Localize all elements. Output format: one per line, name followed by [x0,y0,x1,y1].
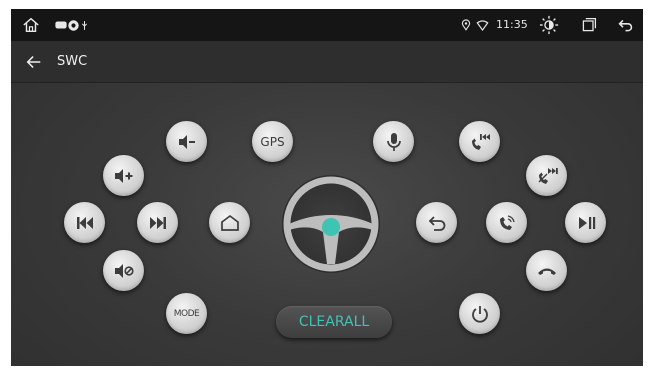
power-icon [471,305,488,323]
wifi-icon [472,15,492,35]
previous-track-button[interactable] [64,202,105,243]
hang-up-button[interactable] [526,250,567,291]
phone-next-icon [538,167,558,184]
clear-all-button[interactable]: CLEARALL [276,306,392,338]
center-indicator [322,218,340,236]
skip-previous-icon [76,216,93,229]
brightness-icon[interactable] [538,14,560,36]
next-track-button[interactable] [137,202,178,243]
arrow-left-icon[interactable] [25,53,45,73]
steering-wheel [279,172,383,276]
back-button[interactable] [416,202,457,243]
page-title: SWC [57,54,88,69]
microphone-icon [386,132,401,151]
back-icon[interactable] [615,15,635,35]
volume-up-icon [114,168,132,183]
play-pause-button[interactable] [565,202,606,243]
clock: 11:35 [496,18,528,31]
return-arrow-icon [428,215,445,231]
power-button[interactable] [459,293,500,334]
volume-up-button[interactable] [103,155,144,196]
phone-previous-icon [471,133,490,150]
app-screen: 11:35 SWC MODE GPS CLEARALL [11,9,643,366]
title-bar: SWC [11,41,643,83]
mode-button[interactable]: MODE [166,293,207,334]
mute-icon [114,263,134,278]
home-button[interactable] [209,202,250,243]
play-pause-icon [578,216,595,229]
usb-icon [74,15,94,35]
mute-button[interactable] [103,250,144,291]
status-bar: 11:35 [11,9,643,41]
call-next-button[interactable] [526,155,567,196]
gps-label: GPS [260,134,285,149]
call-previous-button[interactable] [459,121,500,162]
recent-apps-icon[interactable] [579,15,599,35]
volume-down-icon [178,134,195,149]
phone-answer-icon [499,214,515,230]
voice-button[interactable] [373,121,414,162]
skip-next-icon [149,216,166,229]
answer-call-button[interactable] [486,202,527,243]
gps-button[interactable]: GPS [252,121,293,162]
mode-label: MODE [173,308,200,319]
home-outline-icon [220,214,239,231]
hang-up-icon [537,268,556,275]
home-icon[interactable] [21,15,41,35]
volume-down-button[interactable] [166,121,207,162]
